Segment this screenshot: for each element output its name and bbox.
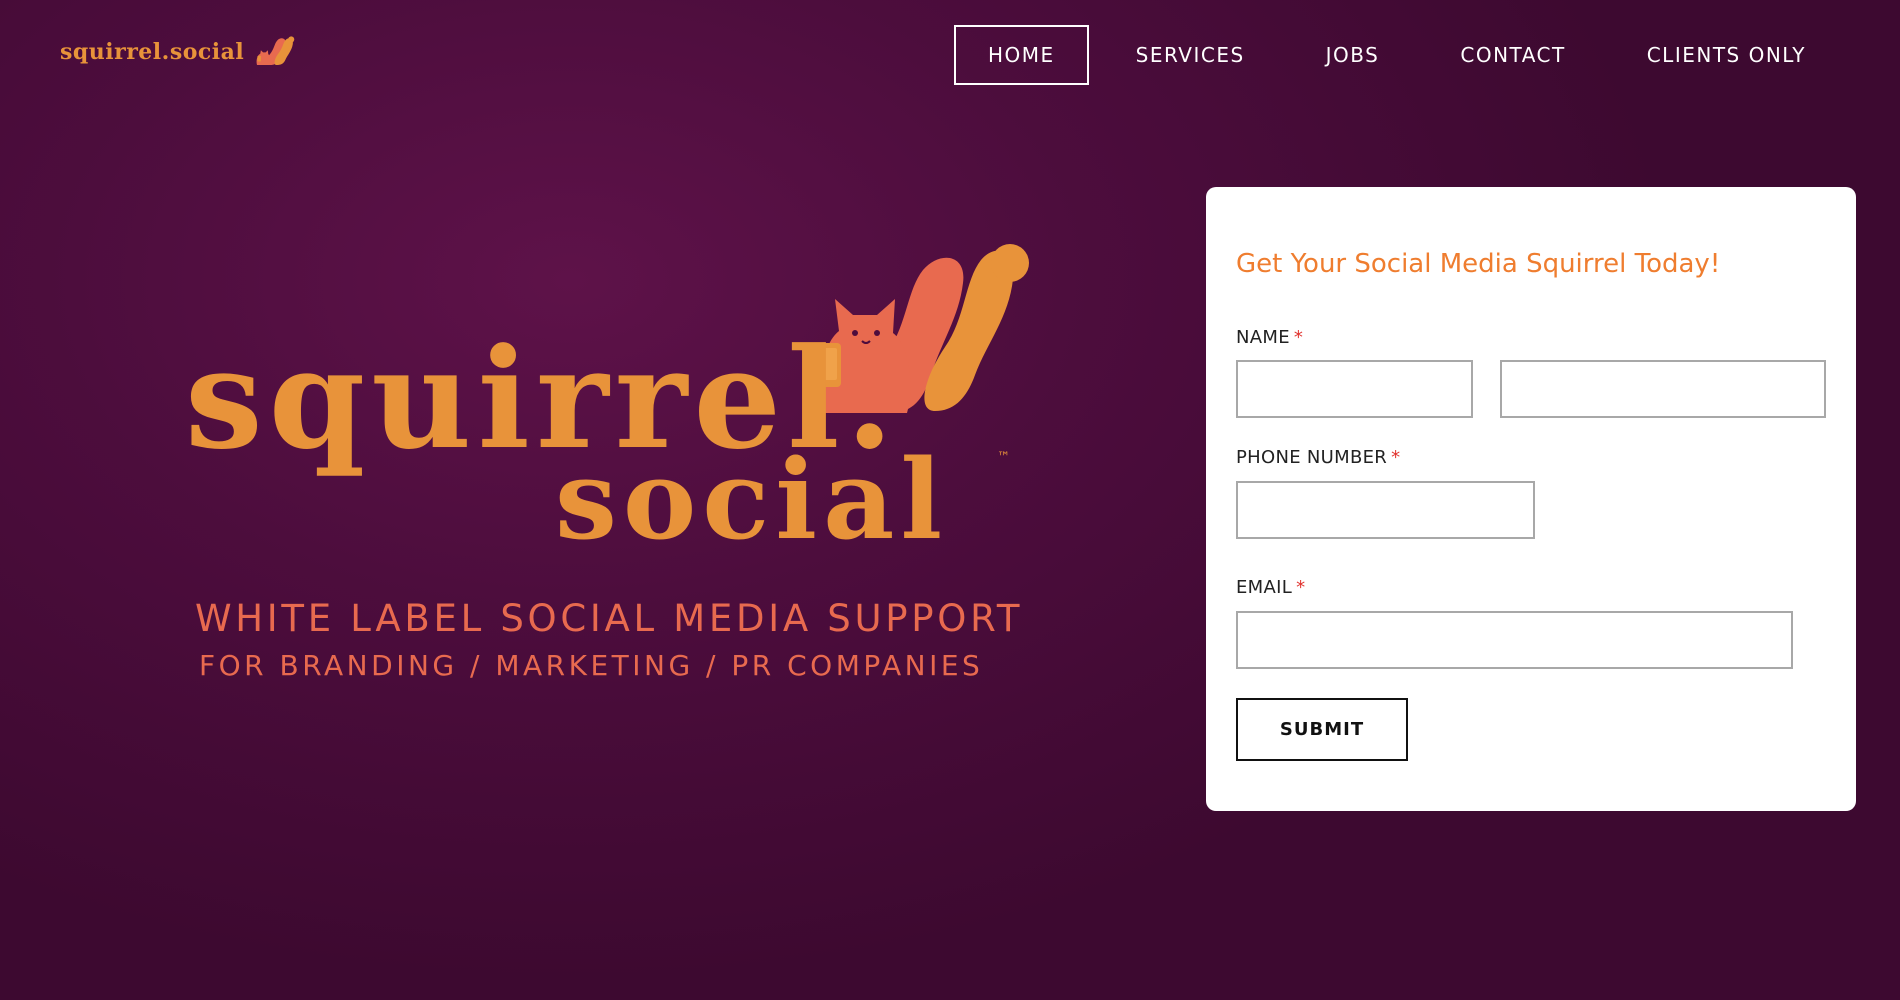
phone-label: PHONE NUMBER * xyxy=(1236,447,1401,468)
required-marker: * xyxy=(1296,577,1306,598)
submit-button[interactable]: SUBMIT xyxy=(1236,698,1408,761)
phone-input[interactable] xyxy=(1236,481,1535,539)
last-name-input[interactable] xyxy=(1500,360,1826,418)
nav-clients-only[interactable]: CLIENTS ONLY xyxy=(1613,25,1840,85)
nav-contact[interactable]: CONTACT xyxy=(1426,25,1599,85)
email-input[interactable] xyxy=(1236,611,1793,669)
email-label: EMAIL * xyxy=(1236,577,1306,598)
first-name-input[interactable] xyxy=(1236,360,1473,418)
site-logo[interactable]: squirrel.social xyxy=(60,28,296,76)
nav-home[interactable]: HOME xyxy=(953,25,1089,85)
main-nav: HOME SERVICES JOBS CONTACT CLIENTS ONLY xyxy=(941,25,1840,85)
name-label: NAME * xyxy=(1236,327,1304,348)
hero-tagline-secondary: FOR BRANDING / MARKETING / PR COMPANIES xyxy=(199,649,984,682)
trademark-symbol: ™ xyxy=(997,450,1010,465)
nav-jobs[interactable]: JOBS xyxy=(1292,25,1414,85)
required-marker: * xyxy=(1293,327,1304,348)
required-marker: * xyxy=(1391,447,1401,468)
squirrel-icon xyxy=(256,36,295,65)
form-title: Get Your Social Media Squirrel Today! xyxy=(1236,249,1721,279)
site-logo-text: squirrel.social xyxy=(60,39,245,65)
hero-brand-logo: squirrel. social ™ WHITE LABEL SOCIAL ME… xyxy=(185,235,1035,695)
hero-tagline-primary: WHITE LABEL SOCIAL MEDIA SUPPORT xyxy=(195,597,1024,640)
hero-wordmark-social: social xyxy=(555,435,949,564)
signup-form-card: Get Your Social Media Squirrel Today! NA… xyxy=(1206,187,1856,811)
nav-services[interactable]: SERVICES xyxy=(1102,25,1279,85)
